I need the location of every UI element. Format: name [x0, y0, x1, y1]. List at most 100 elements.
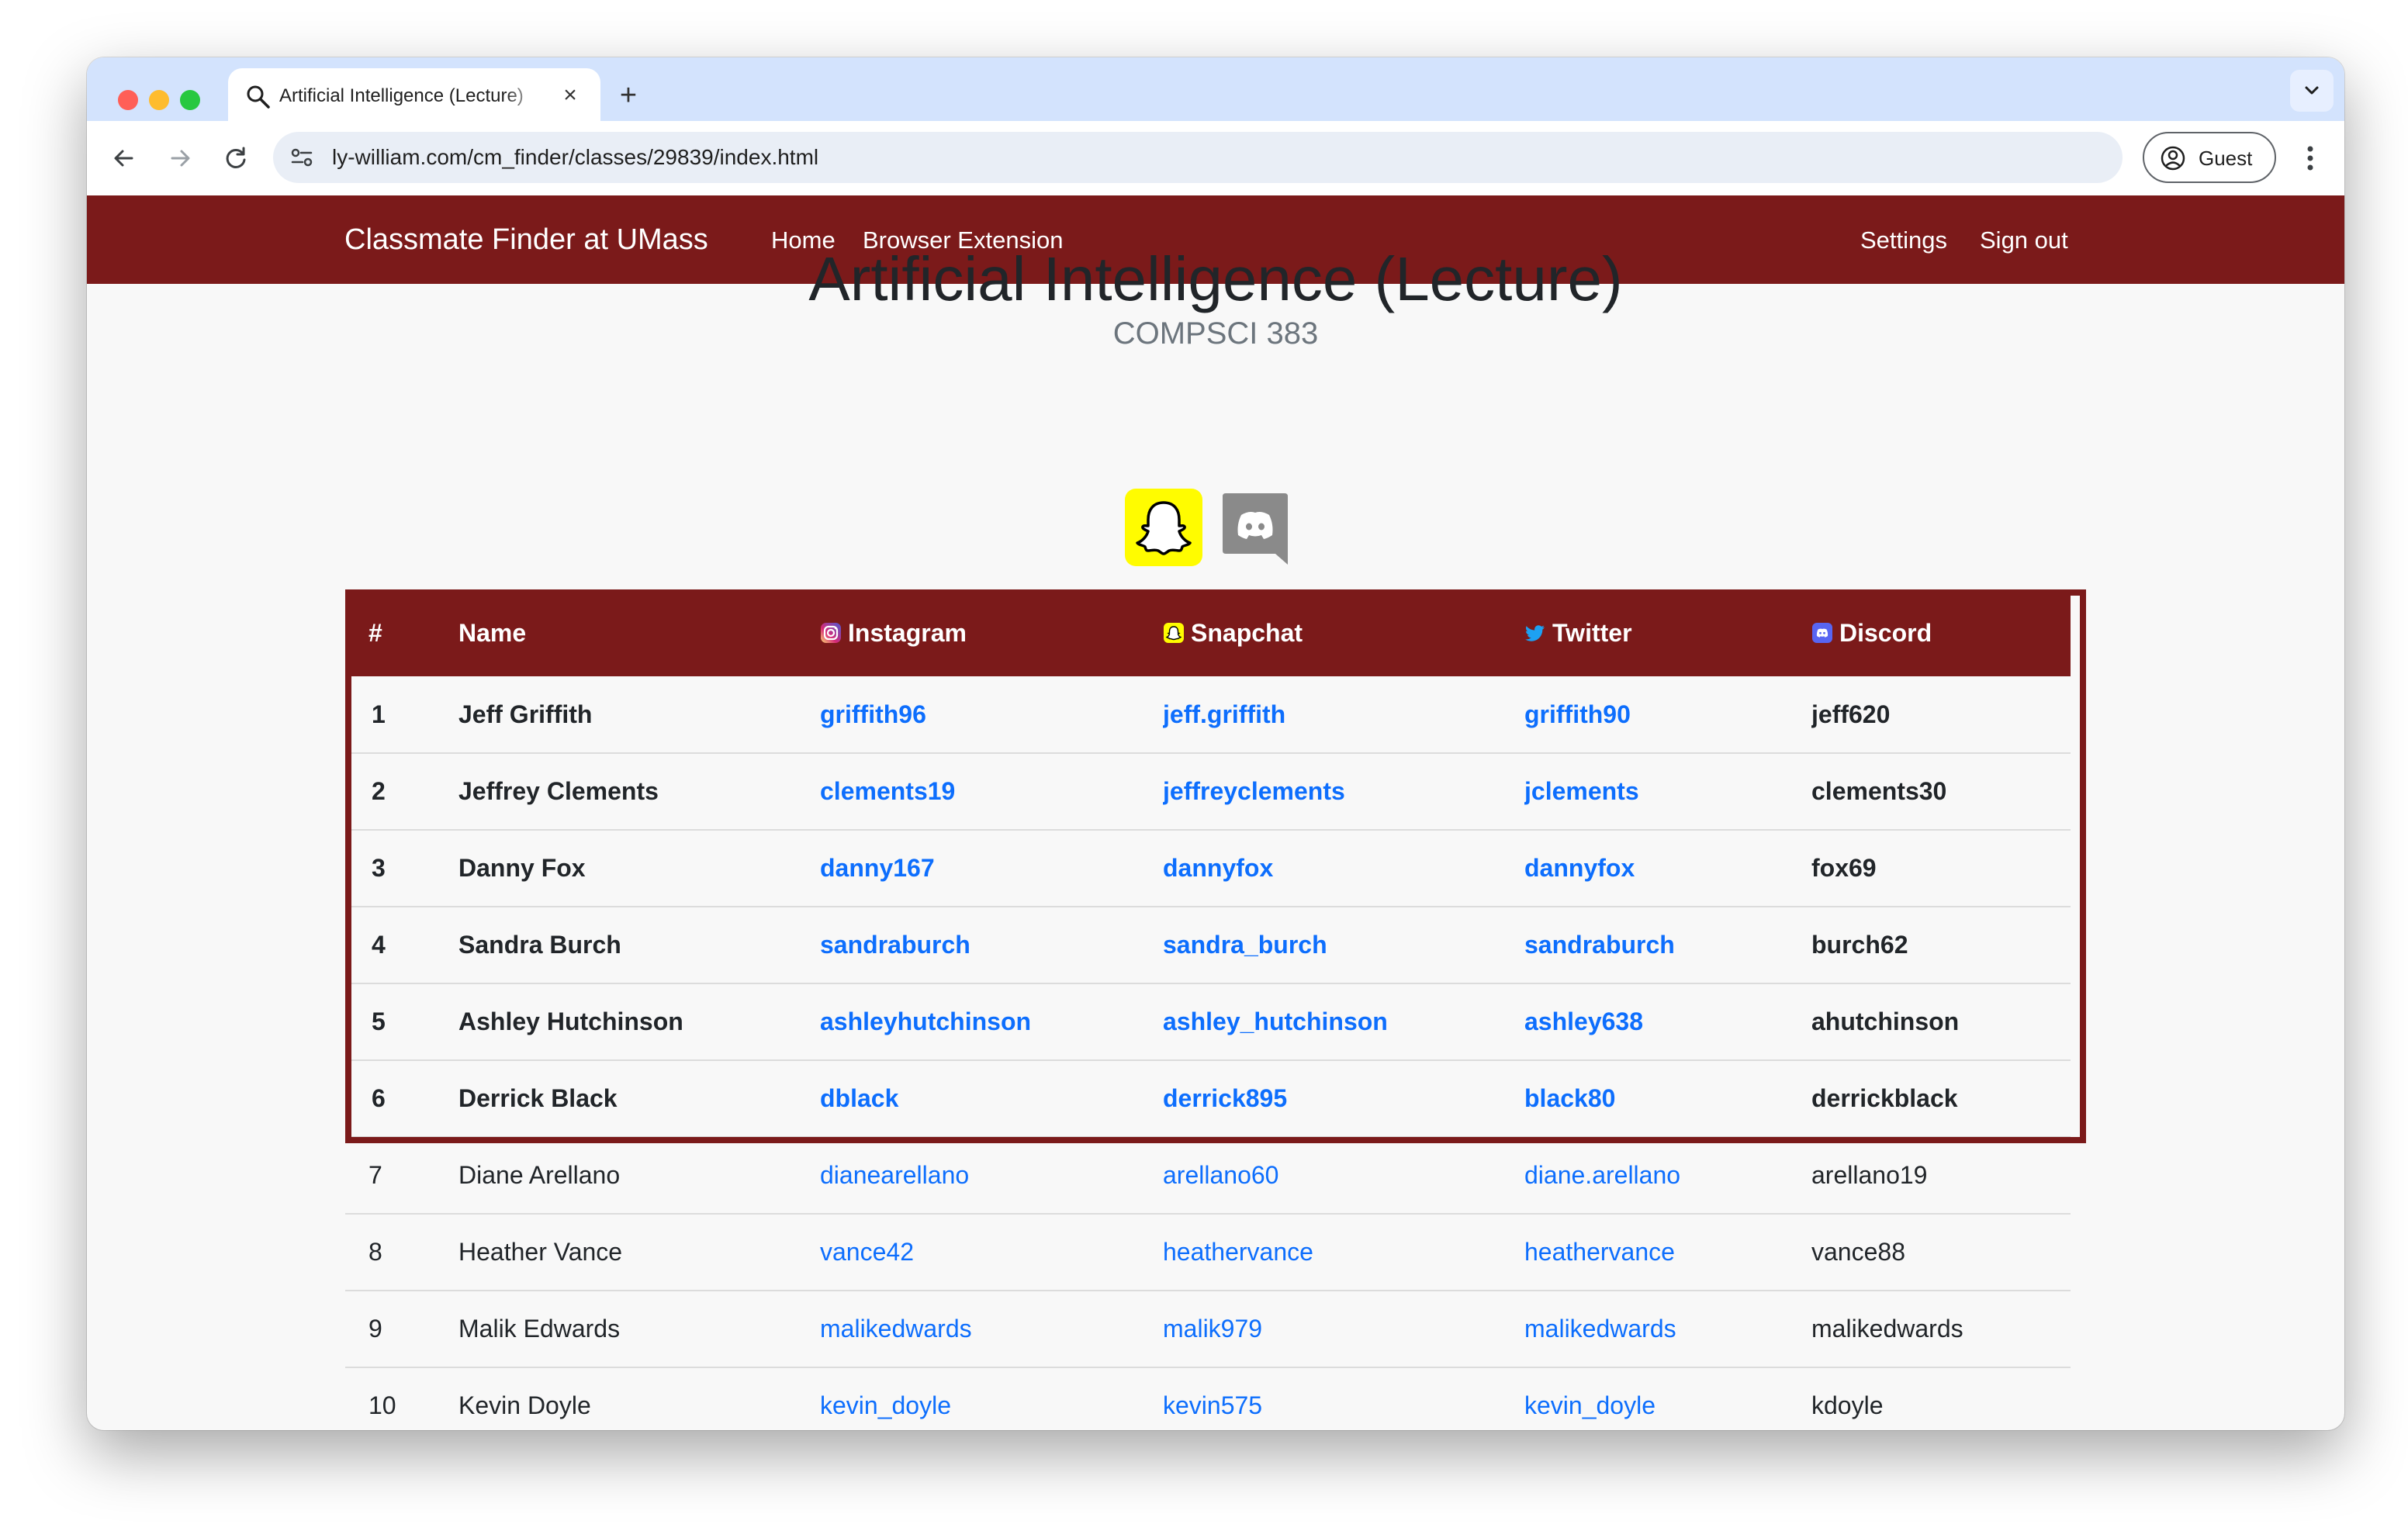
url-text[interactable]: ly-william.com/cm_finder/classes/29839/i… [332, 143, 818, 172]
profile-button[interactable]: Guest [2143, 132, 2276, 183]
twitter-handle-cell: heathervance [1524, 1214, 1811, 1291]
instagram-handle-cell: clements19 [820, 753, 1163, 830]
col-header-twitter: Twitter [1524, 589, 1811, 676]
discord-handle: clements30 [1811, 777, 1947, 805]
classmate-name: Ashley Hutchinson [458, 1007, 683, 1035]
row-number-cell: 3 [345, 830, 458, 907]
table-row: 1 Jeff Griffith griffith96 jeff.griffith gri… [345, 676, 2071, 753]
close-tab-icon[interactable]: × [557, 82, 583, 109]
row-number: 1 [372, 700, 386, 728]
snapchat-handle-cell: arellano60 [1163, 1137, 1524, 1214]
discord-handle-cell: ahutchinson [1811, 983, 2071, 1060]
discord-handle: malikedwards [1811, 1315, 1963, 1343]
discord-group-button[interactable] [1221, 492, 1289, 566]
classmates-table-wrapper: # Name Instagram Snapchat Twitter Discor… [345, 589, 2071, 1430]
row-number: 9 [368, 1315, 382, 1343]
minimize-window-button[interactable] [149, 90, 169, 110]
classmate-name-cell: Diane Arellano [458, 1137, 820, 1214]
tab-strip: Artificial Intelligence (Lecture) × + [87, 57, 2344, 121]
twitter-handle-link[interactable]: jclements [1524, 777, 1639, 805]
twitter-handle-link[interactable]: dannyfox [1524, 854, 1635, 882]
col-header-instagram: Instagram [820, 589, 1163, 676]
table-row: 3 Danny Fox danny167 dannyfox dannyfox fox69 [345, 830, 2071, 907]
classmate-name-cell: Kevin Doyle [458, 1367, 820, 1430]
twitter-handle-cell: ashley638 [1524, 983, 1811, 1060]
instagram-handle-link[interactable]: dianearellano [820, 1161, 969, 1189]
twitter-handle-cell: kevin_doyle [1524, 1367, 1811, 1430]
snapchat-handle-link[interactable]: derrick895 [1163, 1084, 1287, 1112]
classmate-name: Diane Arellano [458, 1161, 621, 1189]
new-tab-button[interactable]: + [613, 81, 644, 112]
instagram-handle-cell: dblack [820, 1060, 1163, 1137]
twitter-handle-cell: diane.arellano [1524, 1137, 1811, 1214]
table-row: 10 Kevin Doyle kevin_doyle kevin575 kevin_do… [345, 1367, 2071, 1430]
twitter-handle-link[interactable]: malikedwards [1524, 1315, 1676, 1343]
snapchat-handle-link[interactable]: jeffreyclements [1163, 777, 1345, 805]
row-number: 2 [372, 777, 386, 805]
instagram-handle-link[interactable]: sandraburch [820, 931, 970, 959]
maximize-window-button[interactable] [180, 90, 200, 110]
snapchat-handle-link[interactable]: arellano60 [1163, 1161, 1278, 1189]
snapchat-handle-link[interactable]: kevin575 [1163, 1391, 1262, 1419]
instagram-handle-link[interactable]: clements19 [820, 777, 955, 805]
col-header-discord: Discord [1811, 589, 2071, 676]
address-bar[interactable]: ly-william.com/cm_finder/classes/29839/i… [273, 132, 2123, 183]
snapchat-handle-link[interactable]: dannyfox [1163, 854, 1273, 882]
site-info-icon[interactable] [289, 144, 315, 171]
snapchat-handle-link[interactable]: heathervance [1163, 1238, 1313, 1266]
instagram-handle-link[interactable]: danny167 [820, 854, 935, 882]
twitter-handle-link[interactable]: sandraburch [1524, 931, 1675, 959]
discord-handle: burch62 [1811, 931, 1908, 959]
classmate-name-cell: Jeff Griffith [458, 676, 820, 753]
row-number: 3 [372, 854, 386, 882]
course-code: COMPSCI 383 [1112, 316, 1319, 351]
snapchat-handle-link[interactable]: sandra_burch [1163, 931, 1327, 959]
snapchat-handle-cell: malik979 [1163, 1291, 1524, 1367]
row-number: 7 [368, 1161, 382, 1189]
tab-search-button[interactable] [2290, 70, 2334, 112]
table-row: 4 Sandra Burch sandraburch sandra_burch sand… [345, 907, 2071, 983]
forward-button[interactable] [163, 141, 197, 175]
reload-button[interactable] [219, 141, 253, 175]
snapchat-group-button[interactable] [1125, 489, 1202, 566]
back-button[interactable] [107, 141, 141, 175]
instagram-handle-link[interactable]: dblack [820, 1084, 898, 1112]
more-vertical-icon [2307, 146, 2313, 171]
row-number: 6 [372, 1084, 386, 1112]
instagram-handle-link[interactable]: ashleyhutchinson [820, 1007, 1031, 1035]
instagram-handle-link[interactable]: griffith96 [820, 700, 926, 728]
browser-tab[interactable]: Artificial Intelligence (Lecture) × [228, 68, 600, 121]
twitter-handle-link[interactable]: griffith90 [1524, 700, 1631, 728]
classmate-name-cell: Jeffrey Clements [458, 753, 820, 830]
col-header-discord-label: Discord [1839, 618, 1932, 647]
instagram-handle-link[interactable]: malikedwards [820, 1315, 972, 1343]
twitter-icon [1524, 621, 1546, 643]
snapchat-handle-link[interactable]: malik979 [1163, 1315, 1262, 1343]
instagram-handle-link[interactable]: vance42 [820, 1238, 914, 1266]
instagram-handle-cell: sandraburch [820, 907, 1163, 983]
table-row: 5 Ashley Hutchinson ashleyhutchinson ashley… [345, 983, 2071, 1060]
instagram-handle-cell: danny167 [820, 830, 1163, 907]
table-row: 2 Jeffrey Clements clements19 jeffreyclemen… [345, 753, 2071, 830]
row-number: 5 [372, 1007, 386, 1035]
instagram-icon [820, 621, 842, 643]
snapchat-handle-cell: ashley_hutchinson [1163, 983, 1524, 1060]
twitter-handle-link[interactable]: diane.arellano [1524, 1161, 1680, 1189]
close-window-button[interactable] [118, 90, 138, 110]
classmate-name: Sandra Burch [458, 931, 621, 959]
snapchat-handle-link[interactable]: jeff.griffith [1163, 700, 1285, 728]
discord-icon [1811, 621, 1833, 643]
row-number-cell: 4 [345, 907, 458, 983]
classmate-name-cell: Heather Vance [458, 1214, 820, 1291]
instagram-handle-cell: vance42 [820, 1214, 1163, 1291]
twitter-handle-link[interactable]: ashley638 [1524, 1007, 1643, 1035]
snapchat-handle-link[interactable]: ashley_hutchinson [1163, 1007, 1388, 1035]
twitter-handle-link[interactable]: heathervance [1524, 1238, 1675, 1266]
instagram-handle-link[interactable]: kevin_doyle [820, 1391, 951, 1419]
twitter-handle-link[interactable]: kevin_doyle [1524, 1391, 1656, 1419]
table-row: 7 Diane Arellano dianearellano arellano60 di… [345, 1137, 2071, 1214]
twitter-handle-link[interactable]: black80 [1524, 1084, 1615, 1112]
browser-menu-button[interactable] [2293, 140, 2327, 177]
chevron-down-icon [2305, 86, 2319, 95]
classmate-name-cell: Danny Fox [458, 830, 820, 907]
